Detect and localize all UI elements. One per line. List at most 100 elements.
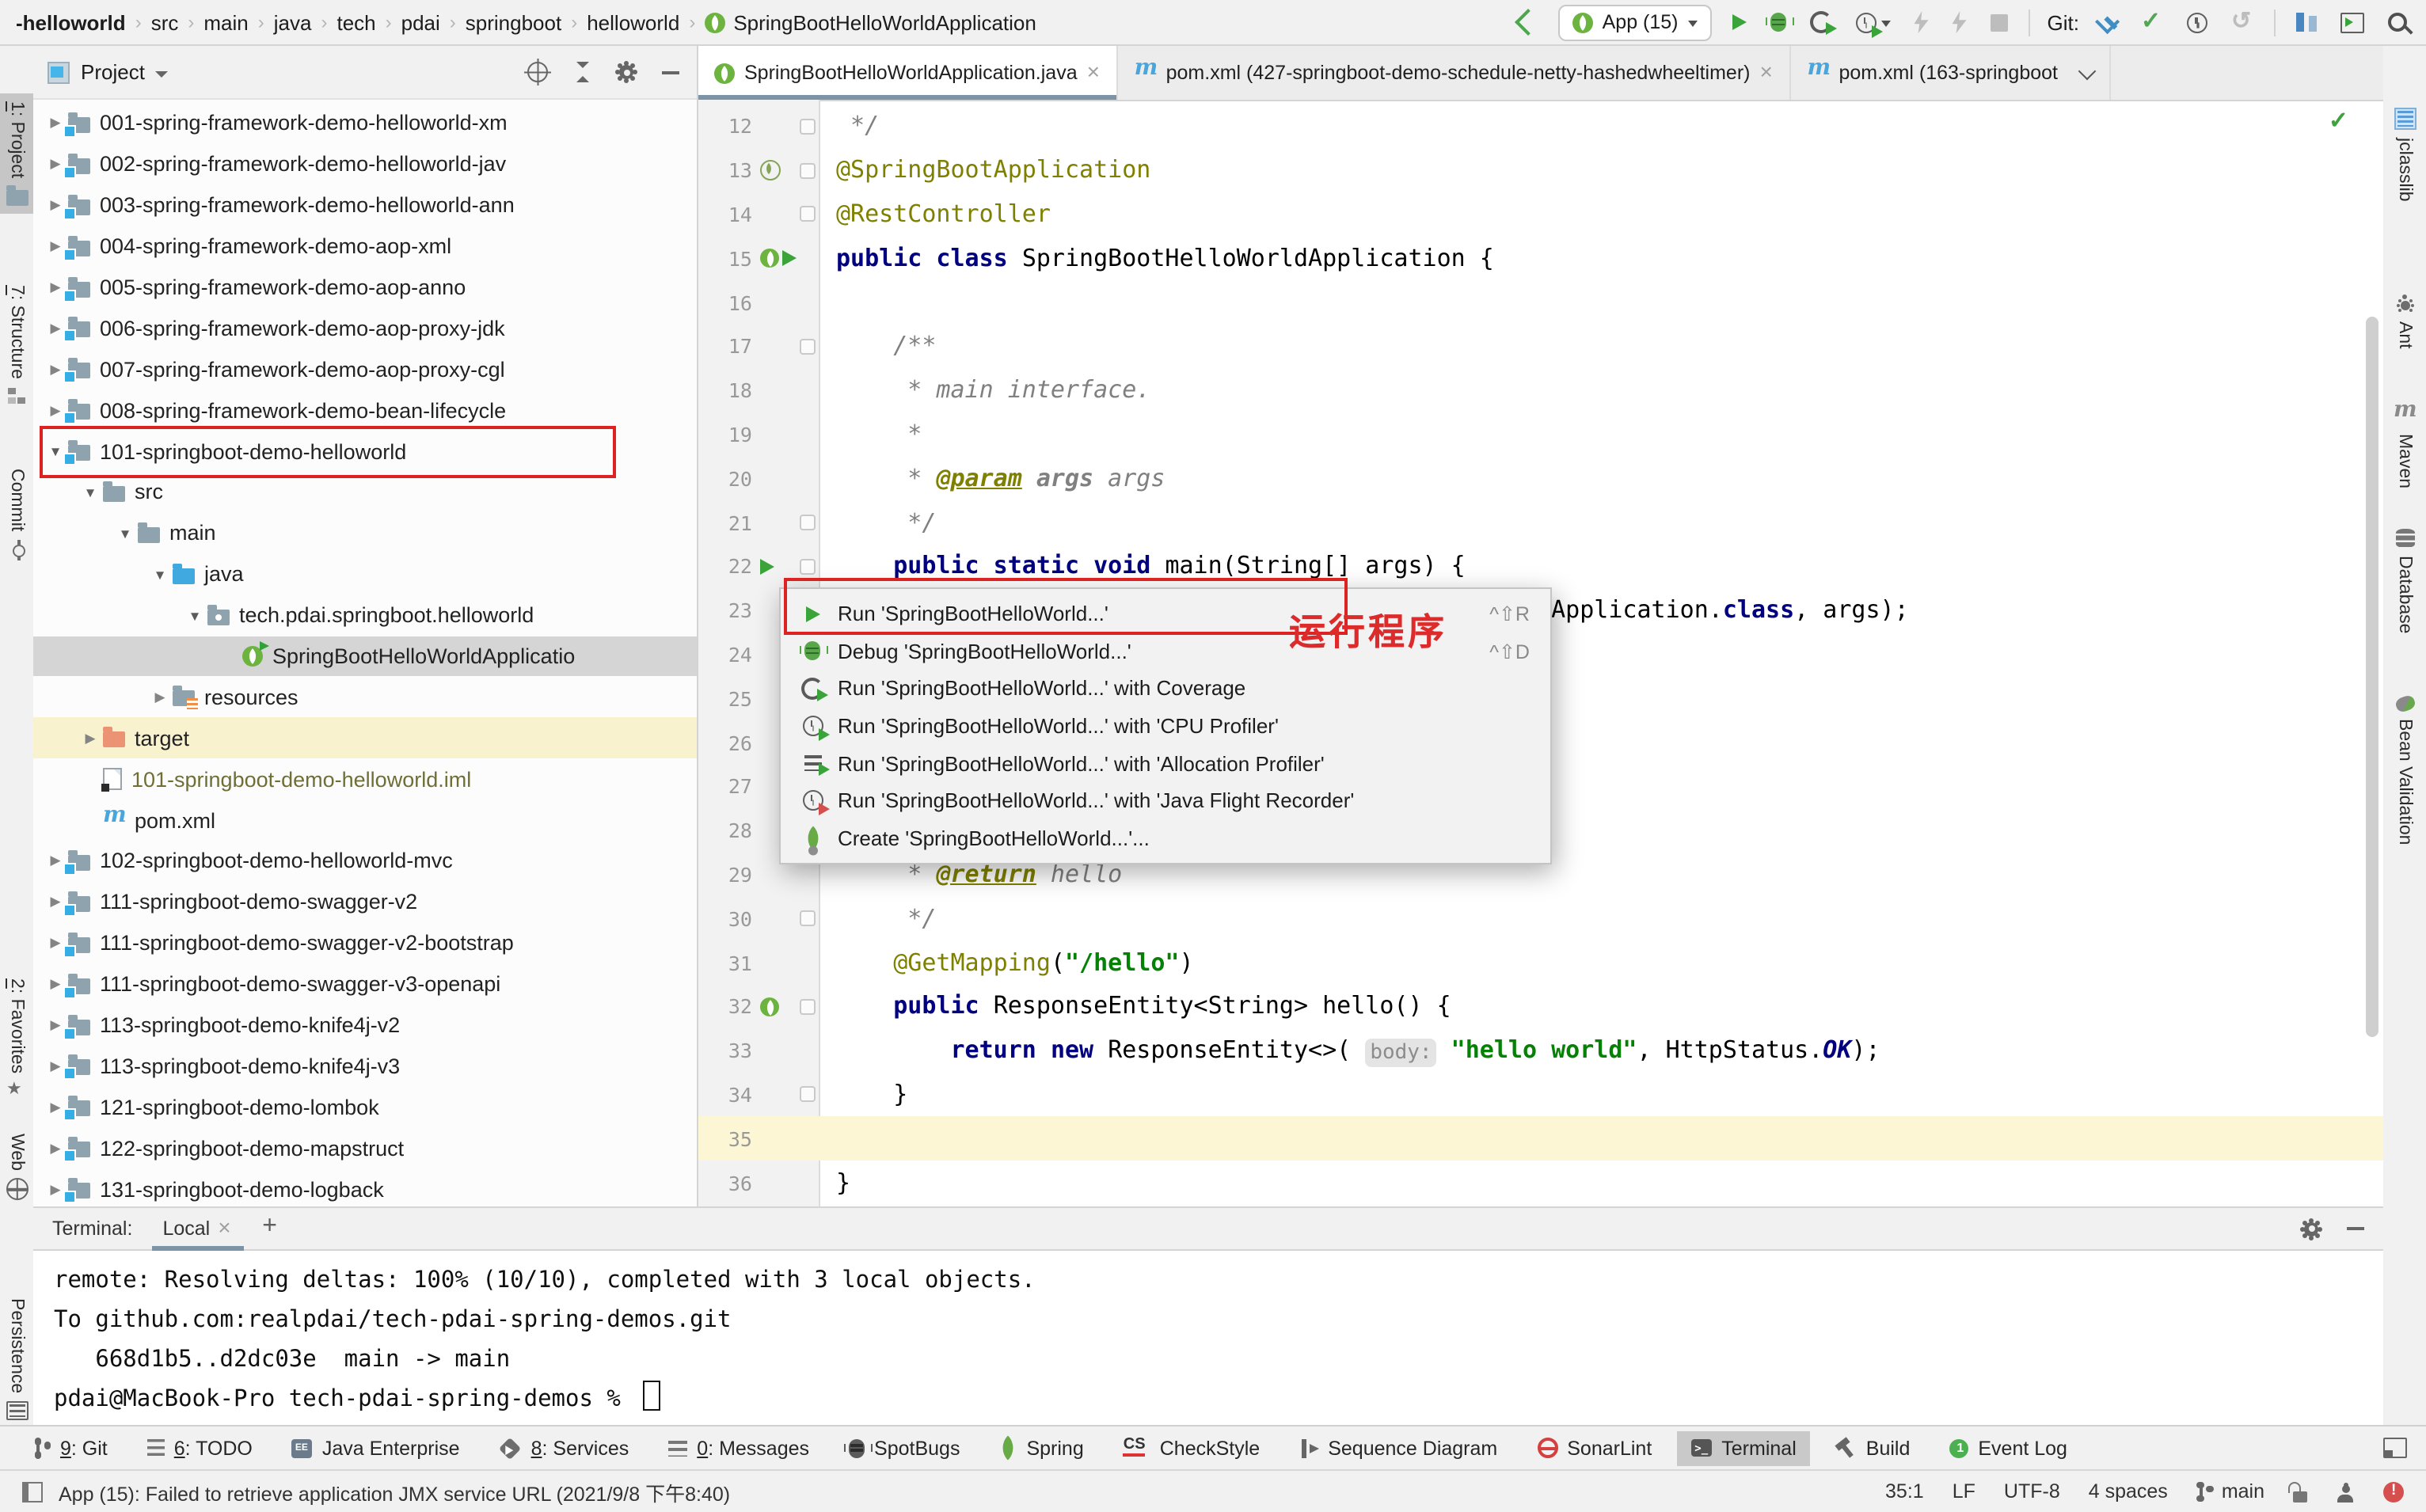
tree-item[interactable]: ▶122-springboot-demo-mapstruct: [33, 1128, 697, 1169]
toolwindow-button-9-git[interactable]: 9: Git: [19, 1430, 122, 1465]
tree-item[interactable]: 101-springboot-demo-helloworld.iml: [33, 759, 697, 800]
tool-stripe-persistence[interactable]: Persistence: [0, 1290, 33, 1428]
toolwindow-button-build[interactable]: Build: [1822, 1430, 1925, 1465]
toolwindow-button-java-enterprise[interactable]: Java Enterprise: [278, 1430, 474, 1465]
menu-item-run-springboothelloworld-with-allocation[interactable]: Run 'SpringBootHelloWorld...' with 'Allo…: [781, 745, 1550, 782]
chevron-down-icon[interactable]: ▼: [112, 526, 138, 541]
chevron-down-icon[interactable]: [156, 70, 169, 77]
breadcrumb-item[interactable]: tech: [337, 10, 375, 34]
breadcrumb-item-class[interactable]: SpringBootHelloWorldApplication: [733, 10, 1036, 34]
tree-item[interactable]: ▶004-spring-framework-demo-aop-xml: [33, 226, 697, 267]
profiler-button[interactable]: [1853, 9, 1894, 36]
run-configuration-select[interactable]: App (15): [1558, 4, 1712, 40]
status-person-icon[interactable]: [2336, 1481, 2355, 1502]
menu-item-run-springboothelloworld-with-java-fligh[interactable]: Run 'SpringBootHelloWorld...' with 'Java…: [781, 782, 1550, 819]
debug-button[interactable]: [1767, 9, 1789, 35]
tree-item[interactable]: ▶111-springboot-demo-swagger-v2: [33, 882, 697, 923]
toolwindow-button-checkstyle[interactable]: CheckStyle: [1109, 1430, 1274, 1465]
collapse-all-button[interactable]: [570, 59, 594, 85]
fold-icon[interactable]: [800, 999, 816, 1015]
back-arrow-button[interactable]: [1509, 9, 1541, 35]
code-line[interactable]: 36}: [698, 1161, 2383, 1205]
code-line[interactable]: 16: [698, 280, 2383, 325]
code-line[interactable]: 32 public ResponseEntity<String> hello()…: [698, 985, 2383, 1029]
gear-button[interactable]: [613, 59, 640, 85]
tree-item[interactable]: ▶121-springboot-demo-lombok: [33, 1087, 697, 1128]
terminal-tab-local[interactable]: Local: [151, 1207, 243, 1250]
editor-scrollbar[interactable]: [2366, 317, 2378, 1037]
menu-item-run-springboothelloworld-with-cpu-profil[interactable]: Run 'SpringBootHelloWorld...' with 'CPU …: [781, 708, 1550, 745]
tool-stripe-web[interactable]: Web: [0, 1126, 33, 1209]
chevron-down-icon[interactable]: ▼: [147, 566, 173, 582]
tool-stripe-2-favorites[interactable]: 2: Favorites: [0, 971, 33, 1110]
tree-item[interactable]: SpringBootHelloWorldApplicatio: [33, 636, 697, 677]
editor-tab[interactable]: pom.xml (163-springboot: [1791, 46, 2110, 100]
tree-item[interactable]: ▼tech.pdai.springboot.helloworld: [33, 595, 697, 636]
coverage-button[interactable]: [1807, 8, 1835, 36]
fold-icon[interactable]: [800, 910, 816, 926]
layout-button[interactable]: [2383, 1438, 2407, 1458]
breadcrumb-item[interactable]: helloworld: [587, 10, 679, 34]
code-line[interactable]: 12 */: [698, 104, 2383, 149]
tree-item[interactable]: ▶005-spring-framework-demo-aop-anno: [33, 267, 697, 308]
status-lf[interactable]: LF: [1953, 1480, 1975, 1503]
status-error-badge-icon[interactable]: [2383, 1481, 2404, 1502]
code-line[interactable]: 31 @GetMapping("/hello"): [698, 940, 2383, 985]
compare-button[interactable]: [2293, 9, 2320, 35]
menu-item-create-springboothelloworld-[interactable]: Create 'SpringBootHelloWorld...'...: [781, 819, 1550, 857]
toolwindow-button-6-todo[interactable]: 6: TODO: [133, 1430, 267, 1465]
tree-item[interactable]: ▶131-springboot-demo-logback: [33, 1168, 697, 1206]
tree-item[interactable]: ▼101-springboot-demo-helloworld: [33, 431, 697, 472]
fold-icon[interactable]: [800, 119, 816, 135]
tree-item[interactable]: ▼src: [33, 472, 697, 513]
toolwindow-icon[interactable]: [22, 1481, 43, 1502]
fold-icon[interactable]: [800, 162, 816, 178]
tree-item[interactable]: ▶111-springboot-demo-swagger-v2-bootstra…: [33, 923, 697, 964]
tool-stripe-bean-validation[interactable]: Bean Validation: [2383, 689, 2426, 853]
toolwindow-button-spotbugs[interactable]: SpotBugs: [835, 1430, 974, 1465]
tree-item[interactable]: ▶target: [33, 718, 697, 759]
update-project-button[interactable]: [2097, 10, 2120, 34]
code-line[interactable]: 30 */: [698, 897, 2383, 941]
menu-item-run-springboothelloworld-with-coverage[interactable]: Run 'SpringBootHelloWorld...' with Cover…: [781, 670, 1550, 707]
tool-stripe-7-structure[interactable]: 7: Structure: [0, 277, 33, 412]
code-line[interactable]: 14@RestController: [698, 192, 2383, 237]
history-button[interactable]: [2184, 9, 2211, 36]
code-line[interactable]: 21 */: [698, 500, 2383, 545]
commit-button[interactable]: [2138, 8, 2166, 36]
tree-item[interactable]: ▶008-spring-framework-demo-bean-lifecycl…: [33, 389, 697, 431]
gear-icon[interactable]: [2304, 1221, 2318, 1236]
tree-item[interactable]: ▶003-spring-framework-demo-helloworld-an…: [33, 185, 697, 226]
tree-item[interactable]: ▼main: [33, 513, 697, 554]
breadcrumb-item[interactable]: java: [274, 10, 312, 34]
chevron-right-icon[interactable]: ▶: [147, 689, 173, 706]
toolwindow-button-0-messages[interactable]: 0: Messages: [654, 1430, 823, 1465]
code-line[interactable]: 13@SpringBootApplication: [698, 149, 2383, 193]
editor-tab[interactable]: pom.xml (427-springboot-demo-schedule-ne…: [1119, 46, 1792, 100]
code-line[interactable]: 18 * main interface.: [698, 369, 2383, 413]
code-line[interactable]: 19 *: [698, 412, 2383, 457]
chevron-right-icon[interactable]: ▶: [78, 730, 103, 747]
breadcrumb-item[interactable]: springboot: [466, 10, 561, 34]
tree-item[interactable]: ▶006-spring-framework-demo-aop-proxy-jdk: [33, 308, 697, 349]
chevron-down-icon[interactable]: [2078, 63, 2096, 81]
tree-item[interactable]: ▶113-springboot-demo-knife4j-v2: [33, 1005, 697, 1046]
status-main[interactable]: main: [2196, 1480, 2264, 1503]
tool-stripe-ant[interactable]: Ant: [2383, 287, 2426, 357]
breadcrumb-item[interactable]: pdai: [401, 10, 440, 34]
code-line[interactable]: 20 * @param args args: [698, 457, 2383, 501]
tree-item[interactable]: ▶102-springboot-demo-helloworld-mvc: [33, 841, 697, 882]
status-unlock-icon[interactable]: [2293, 1481, 2307, 1502]
fold-icon[interactable]: [800, 339, 816, 355]
status-4-spaces[interactable]: 4 spaces: [2089, 1480, 2168, 1503]
toolwindow-button-8-services[interactable]: 8: Services: [485, 1430, 644, 1465]
tree-item[interactable]: ▼java: [33, 554, 697, 595]
tool-stripe-1-project[interactable]: 1: Project: [0, 93, 33, 213]
status-utf-8[interactable]: UTF-8: [2004, 1480, 2060, 1503]
tree-item[interactable]: ▶113-springboot-demo-knife4j-v3: [33, 1046, 697, 1087]
tree-item[interactable]: ▶111-springboot-demo-swagger-v3-openapi: [33, 963, 697, 1005]
toolwindow-button-sonarlint[interactable]: SonarLint: [1523, 1430, 1666, 1465]
fold-icon[interactable]: [800, 1087, 816, 1103]
hide-panel-button[interactable]: [2347, 1227, 2364, 1230]
code-line[interactable]: 34 }: [698, 1073, 2383, 1117]
